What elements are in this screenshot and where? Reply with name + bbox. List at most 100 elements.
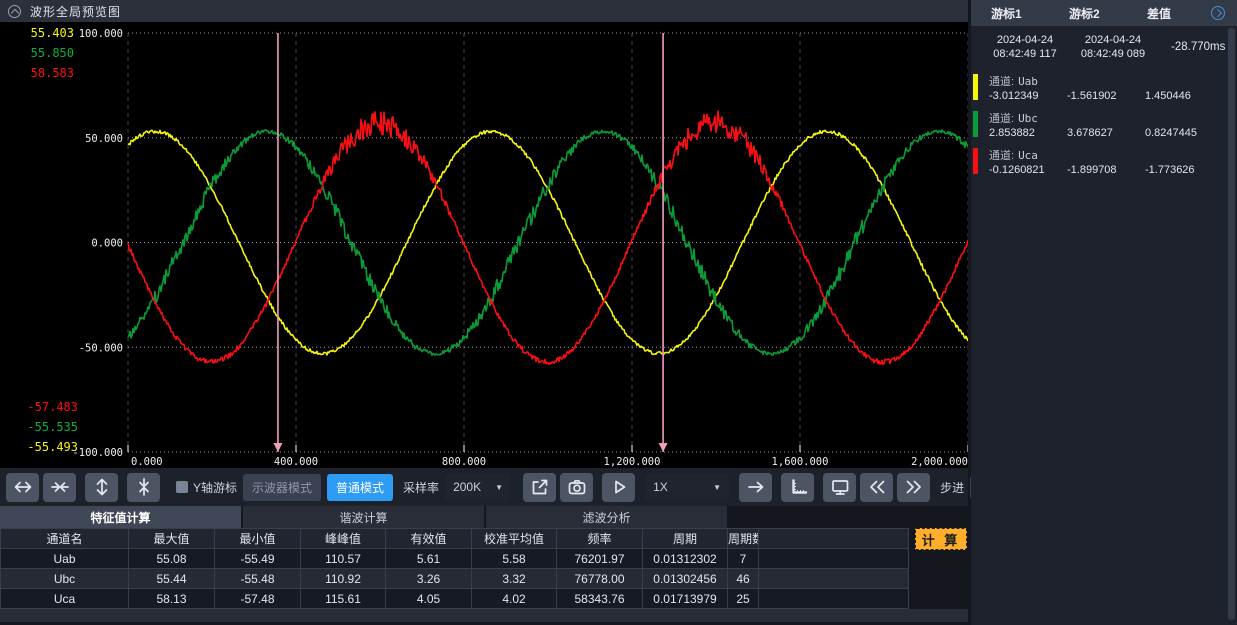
filler-cell [759, 549, 909, 569]
page-right-button[interactable] [897, 473, 930, 502]
filler-cell [759, 589, 909, 609]
table-cell: 4.05 [386, 589, 472, 609]
bottom-strip [0, 609, 968, 622]
cursor-times-row: 2024-04-24 08:42:49 117 2024-04-24 08:42… [971, 33, 1237, 61]
column-header: 有效值 [386, 529, 472, 549]
fullscreen-button[interactable] [823, 473, 856, 502]
chart-region: 波形全局预览图 100.00050.0000.000-50.000-100.00… [0, 0, 968, 625]
column-header: 最大值 [129, 529, 215, 549]
svg-text:-57.483: -57.483 [27, 400, 78, 414]
page-left-button[interactable] [860, 473, 893, 502]
table-cell: 76778.00 [557, 569, 643, 589]
calculate-button[interactable]: 计 算 [915, 528, 967, 550]
column-header: 校准平均值 [472, 529, 557, 549]
screenshot-button[interactable] [560, 473, 593, 502]
expand-horizontal-button[interactable] [6, 473, 39, 502]
table-row[interactable]: Uab55.08-55.49110.575.615.5876201.970.01… [1, 549, 909, 569]
column-header: 峰峰值 [301, 529, 386, 549]
channel-cursor1-value: 2.853882 [989, 127, 1067, 139]
column-header: 周期 [643, 529, 728, 549]
zoom-factor-value: 1X [653, 480, 668, 494]
svg-text:1,200.000: 1,200.000 [604, 456, 661, 468]
compress-vertical-button[interactable] [127, 473, 160, 502]
y-axis-cursor-checkbox[interactable] [176, 481, 188, 493]
feature-table-wrap: 通道名最大值最小值峰峰值有效值校准平均值频率周期周期数 Uab55.08-55.… [0, 528, 968, 609]
tab-filter-analysis[interactable]: 滤波分析 [486, 506, 727, 528]
chart-title: 波形全局预览图 [30, 3, 121, 20]
tab-harmonic-calc[interactable]: 谐波计算 [243, 506, 484, 528]
table-row[interactable]: Uca58.13-57.48115.614.054.0258343.760.01… [1, 589, 909, 609]
table-cell: 0.01312302 [643, 549, 728, 569]
channel-name: Ubc [1018, 112, 1038, 125]
channel-cursor2-value: -1.561902 [1067, 90, 1145, 102]
expand-vertical-icon [92, 477, 112, 497]
table-cell: Uab [1, 549, 129, 569]
export-button[interactable] [523, 473, 556, 502]
table-cell: Uca [1, 589, 129, 609]
channel-readouts: 通道:Uab -3.012349 -1.561902 1.450446 通道:U… [971, 71, 1237, 179]
cursor1-time: 2024-04-24 08:42:49 117 [981, 33, 1069, 61]
expand-panel-icon[interactable] [1211, 6, 1225, 20]
table-cell: 55.44 [129, 569, 215, 589]
svg-text:58.583: 58.583 [31, 66, 74, 80]
svg-text:-50.000: -50.000 [79, 342, 123, 354]
monitor-icon [830, 477, 850, 497]
svg-text:0.000: 0.000 [131, 456, 163, 468]
cursor-panel-header: 游标1 游标2 差值 [971, 0, 1237, 26]
svg-text:55.403: 55.403 [31, 26, 74, 40]
chevron-down-icon: ▼ [495, 483, 503, 492]
svg-text:-55.493: -55.493 [27, 440, 78, 454]
chart-toolbar: Y轴游标 示波器模式 普通模式 采样率 200K ▼ 1X ▼ [0, 468, 968, 506]
analysis-tabs: 特征值计算 谐波计算 滤波分析 [0, 506, 968, 528]
tab-feature-calc[interactable]: 特征值计算 [0, 506, 241, 528]
table-cell: 5.61 [386, 549, 472, 569]
panel-scrollbar[interactable] [1228, 28, 1235, 620]
zoom-factor-dropdown[interactable]: 1X ▼ [645, 474, 729, 501]
channel-diff-value: 0.8247445 [1145, 127, 1237, 139]
chevron-down-icon: ▼ [713, 483, 721, 492]
column-header: 最小值 [215, 529, 301, 549]
svg-text:1,600.000: 1,600.000 [772, 456, 829, 468]
waveform-plot[interactable]: 100.00050.0000.000-50.000-100.0000.00040… [0, 22, 968, 468]
svg-text:100.000: 100.000 [79, 28, 123, 40]
collapse-panel-icon[interactable] [8, 5, 21, 18]
step-forward-button[interactable] [739, 473, 772, 502]
table-cell: 115.61 [301, 589, 386, 609]
table-cell: -55.49 [215, 549, 301, 569]
camera-icon [567, 477, 587, 497]
step-label: 步进 [940, 479, 964, 496]
table-cell: 55.08 [129, 549, 215, 569]
ruler-button[interactable] [781, 473, 814, 502]
compress-horizontal-button[interactable] [43, 473, 76, 502]
compress-horizontal-icon [50, 477, 70, 497]
table-cell: 0.01302456 [643, 569, 728, 589]
channel-label: 通道: [989, 150, 1014, 162]
table-cell: 3.32 [472, 569, 557, 589]
cursor2-time: 2024-04-24 08:42:49 089 [1069, 33, 1157, 61]
expand-vertical-button[interactable] [85, 473, 118, 502]
table-cell: -57.48 [215, 589, 301, 609]
channel-row-uca: 通道:Uca -0.1260821 -1.899708 -1.773626 [971, 145, 1237, 179]
play-button[interactable] [602, 473, 635, 502]
sample-rate-dropdown[interactable]: 200K ▼ [445, 474, 511, 501]
svg-text:55.850: 55.850 [31, 46, 74, 60]
normal-mode-button[interactable]: 普通模式 [327, 474, 393, 501]
table-cell: 76201.97 [557, 549, 643, 569]
table-row[interactable]: Ubc55.44-55.48110.923.263.3276778.000.01… [1, 569, 909, 589]
table-cell: 5.58 [472, 549, 557, 569]
channel-label: 通道: [989, 113, 1014, 125]
channel-cursor1-value: -0.1260821 [989, 164, 1067, 176]
channel-color-bar [973, 148, 978, 174]
table-cell: Ubc [1, 569, 129, 589]
column-header: 周期数 [728, 529, 759, 549]
svg-text:2,000.000: 2,000.000 [911, 456, 968, 468]
channel-cursor1-value: -3.012349 [989, 90, 1067, 102]
oscilloscope-mode-button[interactable]: 示波器模式 [243, 474, 321, 501]
column-header: 通道名 [1, 529, 129, 549]
table-cell: 4.02 [472, 589, 557, 609]
waveform-chart[interactable]: 100.00050.0000.000-50.000-100.0000.00040… [0, 22, 968, 468]
arrow-right-icon [746, 477, 766, 497]
filler-header [759, 529, 909, 549]
channel-label: 通道: [989, 76, 1014, 88]
table-header-row: 通道名最大值最小值峰峰值有效值校准平均值频率周期周期数 [1, 529, 909, 549]
